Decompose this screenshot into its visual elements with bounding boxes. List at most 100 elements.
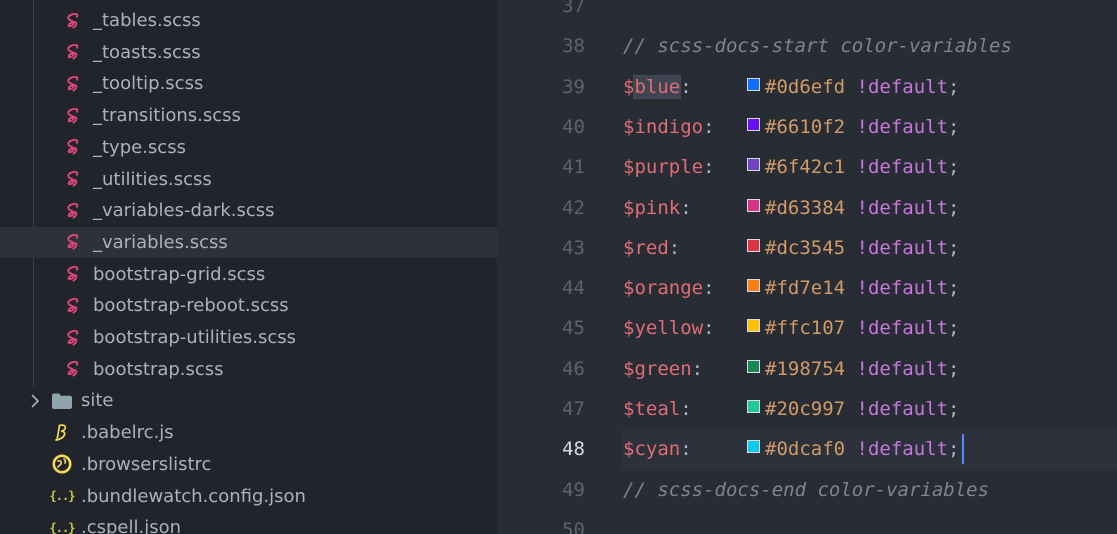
colon-punctuation: : (703, 317, 715, 340)
file-label: _variables.scss (93, 231, 228, 253)
color-swatch[interactable] (747, 400, 760, 413)
code-line[interactable]: $purple: #6f42c1 !default; (623, 147, 960, 187)
file-label: .babelrc.js (81, 422, 174, 444)
file-item-toasts-scss[interactable]: _toasts.scss (0, 37, 497, 68)
color-swatch[interactable] (747, 359, 760, 373)
code-line[interactable]: $teal: #20c997 !default; (623, 389, 960, 429)
default-keyword: !default (856, 357, 949, 380)
line-number: 44 (562, 277, 585, 300)
hex-value: #ffc107 (765, 317, 846, 340)
file-item-transitions-scss[interactable]: _transitions.scss (0, 100, 497, 131)
file-item-cspell-json[interactable]: {..} .cspell.json (0, 512, 497, 534)
code-line[interactable]: // scss-docs-start color-variables (623, 26, 1012, 66)
hex-value: #dc3545 (765, 236, 846, 259)
code-line[interactable]: $red: #dc3545 !default; (623, 228, 960, 268)
color-swatch[interactable] (747, 440, 760, 454)
file-item-bootstrap-scss[interactable]: bootstrap.scss (0, 354, 497, 385)
babel-icon (51, 422, 73, 444)
code-editor[interactable]: 37 38 39 40 41 42 43 44 45 46 47 48 49 50 // scss-doc… (497, 0, 1117, 534)
file-label: _variables-dark.scss (93, 200, 275, 222)
colon-punctuation: : (680, 438, 692, 461)
colon-punctuation: : (703, 277, 715, 300)
file-label: .bundlewatch.config.json (81, 485, 306, 507)
file-item-babelrc-js[interactable]: .babelrc.js (0, 417, 497, 448)
colon-punctuation: : (703, 156, 715, 179)
semicolon-punctuation: ; (948, 115, 960, 138)
chevron-right-icon[interactable] (27, 393, 43, 409)
file-item-tooltip-scss[interactable]: _tooltip.scss (0, 68, 497, 99)
file-label: _utilities.scss (93, 168, 212, 190)
semicolon-punctuation: ; (948, 357, 960, 380)
file-item-bootstrap-grid-scss[interactable]: bootstrap-grid.scss (0, 259, 497, 290)
file-item-bundlewatch-config-json[interactable]: {..} .bundlewatch.config.json (0, 481, 497, 512)
variable-declaration: $yellow: (623, 308, 747, 348)
line-number: 49 (562, 478, 585, 501)
sass-icon (63, 41, 85, 63)
code-line[interactable]: $yellow: #ffc107 !default; (623, 308, 960, 348)
sass-icon (63, 10, 85, 32)
variable-sigil: $ (623, 75, 635, 98)
file-item-browserslistrc[interactable]: .browserslistrc (0, 449, 497, 480)
color-swatch[interactable] (747, 198, 760, 212)
line-number: 46 (562, 357, 585, 380)
file-item-tables-scss[interactable]: _tables.scss (0, 5, 497, 36)
default-keyword: !default (856, 236, 949, 259)
folder-item-site[interactable]: site (0, 385, 497, 416)
code-line[interactable]: $orange: #fd7e14 !default; (623, 268, 960, 308)
hex-value: #0d6efd (765, 75, 846, 98)
color-swatch[interactable] (747, 77, 760, 91)
colon-punctuation: : (703, 115, 715, 138)
file-label: _tooltip.scss (93, 73, 204, 95)
file-item-utilities-scss[interactable]: _utilities.scss (0, 164, 497, 195)
folder-label: site (81, 390, 114, 412)
file-item-type-scss[interactable]: _type.scss (0, 132, 497, 163)
code-line[interactable]: $cyan: #0dcaf0 !default; (623, 429, 960, 469)
file-item-variables-scss[interactable]: _variables.scss (0, 226, 497, 258)
variable-declaration: $red: (623, 228, 747, 268)
code-line[interactable]: // scss-docs-end color-variables (623, 470, 989, 510)
variable-name: $orange (623, 277, 704, 300)
color-swatch[interactable] (747, 117, 760, 131)
file-label: bootstrap-grid.scss (93, 263, 266, 285)
default-keyword: !default (856, 196, 949, 219)
semicolon-punctuation: ; (948, 398, 960, 420)
variable-name: $pink (623, 196, 681, 219)
code-line[interactable]: $green: #198754 !default; (623, 349, 960, 389)
variable-name-highlighted: blue (633, 74, 682, 99)
code-line[interactable]: $indigo: #6610f2 !default; (623, 107, 960, 147)
file-label: _toasts.scss (93, 41, 201, 63)
colon-punctuation: : (691, 357, 704, 380)
variable-declaration: $pink: (623, 188, 747, 228)
code-line[interactable]: $pink: #d63384 !default; (623, 188, 960, 228)
file-item-variables-dark-scss[interactable]: _variables-dark.scss (0, 195, 497, 226)
text-cursor (962, 434, 964, 465)
file-item-bootstrap-reboot-scss[interactable]: bootstrap-reboot.scss (0, 290, 497, 321)
colon-punctuation: : (680, 196, 692, 219)
semicolon-punctuation: ; (948, 156, 960, 179)
code-comment: // scss-docs-end color-variables (623, 478, 990, 501)
variable-name: $cyan (623, 438, 681, 461)
variable-declaration: $cyan: (623, 429, 747, 469)
semicolon-punctuation: ; (948, 277, 960, 300)
semicolon-punctuation: ; (948, 438, 960, 461)
line-number: 45 (562, 317, 585, 340)
browserslist-icon (51, 453, 73, 475)
hex-value: #6610f2 (765, 115, 846, 138)
sass-icon (63, 200, 85, 222)
line-number: 40 (562, 115, 585, 138)
color-swatch[interactable] (747, 238, 760, 252)
file-label: _type.scss (93, 136, 186, 158)
color-swatch[interactable] (747, 319, 760, 333)
color-swatch[interactable] (747, 158, 760, 172)
line-number: 41 (562, 156, 585, 179)
variable-declaration: $purple: (623, 147, 747, 187)
hex-value: #20c997 (765, 398, 846, 420)
code-line[interactable]: $blue: #0d6efd !default; (623, 67, 960, 107)
line-number: 38 (562, 35, 585, 58)
default-keyword: !default (856, 398, 949, 420)
variable-name: $indigo (623, 115, 704, 138)
file-item-bootstrap-utilities-scss[interactable]: bootstrap-utilities.scss (0, 322, 497, 353)
color-swatch[interactable] (747, 279, 760, 293)
default-keyword: !default (856, 75, 949, 98)
line-number: 42 (562, 196, 585, 219)
